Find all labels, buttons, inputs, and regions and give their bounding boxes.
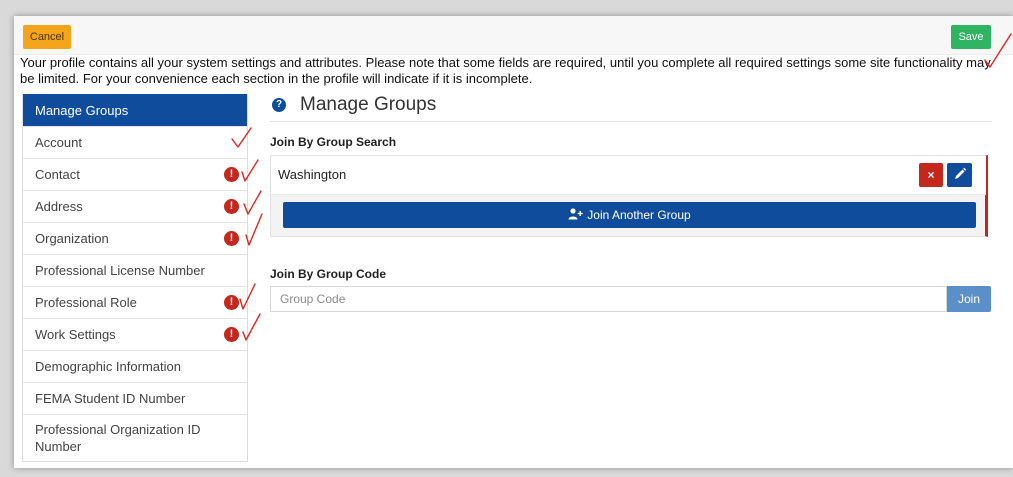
sidebar-item-fema-student-id[interactable]: FEMA Student ID Number [23,382,247,414]
pencil-icon [955,167,967,179]
times-icon: × [927,168,935,182]
profile-intro-text: Your profile contains all your system se… [20,55,991,86]
sidebar-item-label: Address [35,199,83,214]
join-another-group-label: Join Another Group [587,208,691,222]
toolbar: Cancel Save [14,16,1013,55]
title-divider [270,121,992,122]
remove-group-button[interactable]: × [919,163,943,187]
exclamation-circle-icon: ! [224,327,239,342]
exclamation-circle-icon: ! [224,295,239,310]
profile-sidebar: Manage Groups Account Contact! Address! … [22,94,248,462]
sidebar-item-demographic[interactable]: Demographic Information [23,350,247,382]
sidebar-item-label: Professional Organization ID Number [35,422,201,454]
sidebar-item-label: Work Settings [35,327,116,342]
join-button[interactable]: Join [947,286,991,312]
group-name: Washington [278,167,347,182]
sidebar-item-address[interactable]: Address! [23,190,247,222]
exclamation-circle-icon: ! [224,199,239,214]
exclamation-circle-icon: ! [224,167,239,182]
sidebar-item-organization[interactable]: Organization! [23,222,247,254]
group-search-label: Join By Group Search [270,135,397,149]
sidebar-item-label: Contact [35,167,80,182]
sidebar-item-manage-groups[interactable]: Manage Groups [23,94,247,126]
sidebar-item-label: FEMA Student ID Number [35,391,186,406]
sidebar-item-label: Demographic Information [35,359,181,374]
question-circle-icon[interactable]: ? [272,98,286,112]
group-row: Washington × [271,156,986,195]
sidebar-item-work-settings[interactable]: Work Settings! [23,318,247,350]
sidebar-item-label: Manage Groups [35,103,129,118]
sidebar-item-label: Organization [35,231,109,246]
exclamation-circle-icon: ! [224,231,239,246]
profile-window: Cancel Save Your profile contains all yo… [14,16,1013,468]
group-code-input[interactable] [270,286,947,312]
sidebar-item-account[interactable]: Account [23,126,247,158]
user-plus-icon [568,208,583,220]
cancel-button[interactable]: Cancel [23,25,71,49]
sidebar-item-professional-role[interactable]: Professional Role! [23,286,247,318]
group-code-label: Join By Group Code [270,267,387,281]
sidebar-item-professional-license[interactable]: Professional License Number [23,254,247,286]
sidebar-item-professional-organization-id[interactable]: Professional Organization ID Number [23,414,247,461]
sidebar-item-label: Account [35,135,82,150]
sidebar-item-contact[interactable]: Contact! [23,158,247,190]
sidebar-item-label: Professional Role [35,295,137,310]
group-search-box: Washington × Join Another Group [270,155,988,237]
join-another-group-button[interactable]: Join Another Group [283,202,976,228]
save-button[interactable]: Save [951,25,991,49]
sidebar-item-label: Professional License Number [35,263,205,278]
page-title: Manage Groups [300,94,437,115]
edit-group-button[interactable] [947,163,972,187]
